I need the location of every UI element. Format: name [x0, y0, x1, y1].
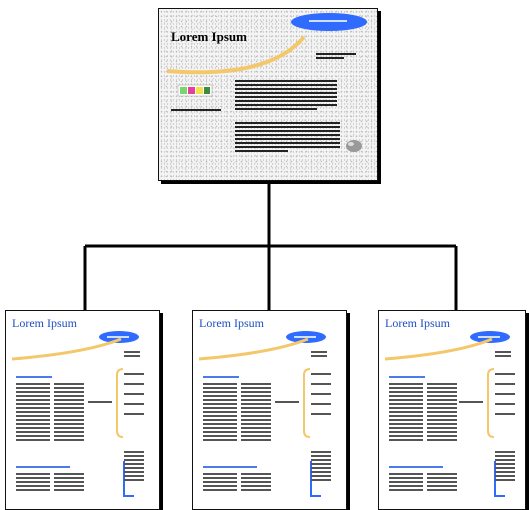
- top-page-subhead-lines: [316, 53, 356, 61]
- child-page-1-title: Lorem Ipsum: [12, 316, 77, 330]
- top-page-side-caption: [171, 109, 221, 113]
- child-page-3-title: Lorem Ipsum: [385, 316, 450, 330]
- top-page: Lorem Ipsum: [158, 8, 378, 181]
- child-page-1: Lorem Ipsum: [5, 310, 160, 510]
- child-page-3: Lorem Ipsum: [378, 310, 526, 510]
- top-page-title: Lorem Ipsum: [171, 29, 247, 44]
- top-page-paragraph-2: [235, 122, 340, 154]
- child-page-2: Lorem Ipsum: [192, 310, 347, 510]
- child-page-2-title: Lorem Ipsum: [199, 316, 264, 330]
- top-page-paragraph-1: [235, 80, 337, 112]
- mouse-icon: [346, 140, 362, 152]
